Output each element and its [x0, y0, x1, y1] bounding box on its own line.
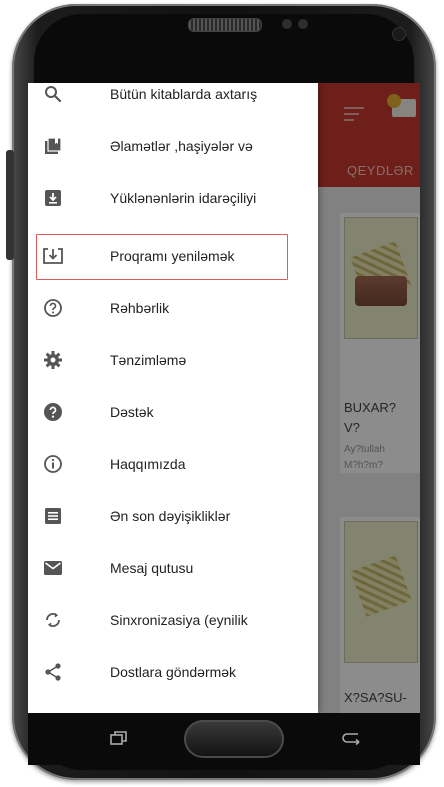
drawer-item-guide[interactable]: Rəhbərlik: [28, 283, 318, 333]
drawer-item-share[interactable]: Dostlara göndərmək: [28, 647, 318, 697]
drawer-item-label: Dəstək: [110, 404, 154, 420]
drawer-item-label: Yüklənənlərin idarəçiliyi: [110, 190, 257, 206]
drawer-item-label: Bütün kitablarda axtarış: [110, 86, 258, 102]
share-icon: [42, 661, 64, 683]
help-outline-icon: [42, 297, 64, 319]
proximity-sensor: [282, 19, 292, 29]
screen: QEYDLƏR BUXAR? V? Ay?tullah M?h?m? X?SA?…: [28, 83, 420, 713]
download-box-icon: [42, 187, 64, 209]
search-icon: [42, 83, 64, 105]
recent-apps-icon[interactable]: [110, 730, 128, 746]
drawer-item-about[interactable]: Haqqımızda: [28, 439, 318, 489]
mail-icon: [42, 557, 64, 579]
front-camera: [393, 28, 405, 40]
drawer-item-label: Dostlara göndərmək: [110, 664, 237, 680]
drawer-item-changelog[interactable]: Ən son dəyişikliklər: [28, 491, 318, 541]
drawer-item-label: Haqqımızda: [110, 456, 186, 472]
list-icon: [42, 505, 64, 527]
navigation-drawer: Bütün kitablarda axtarış Əlamətlər ,haşi…: [28, 83, 318, 713]
drawer-item-support[interactable]: Dəstək: [28, 387, 318, 437]
drawer-item-label: Sinxronizasiya (eynilik: [110, 612, 248, 628]
sync-icon: [42, 609, 64, 631]
drawer-item-inbox[interactable]: Mesaj qutusu: [28, 543, 318, 593]
drawer-item-sync[interactable]: Sinxronizasiya (eynilik: [28, 595, 318, 645]
back-icon[interactable]: [340, 730, 362, 746]
drawer-item-label: Tənzimləmə: [110, 352, 187, 368]
drawer-item-label: Ən son dəyişikliklər: [110, 508, 231, 524]
highlight-box: [36, 234, 288, 280]
drawer-item-downloads[interactable]: Yüklənənlərin idarəçiliyi: [28, 173, 318, 223]
bookmarks-icon: [42, 135, 64, 157]
drawer-item-label: Rəhbərlik: [110, 300, 170, 316]
drawer-item-label: Əlamətlər ,haşiyələr və: [110, 138, 253, 154]
home-button[interactable]: [184, 720, 284, 758]
drawer-item-bookmarks[interactable]: Əlamətlər ,haşiyələr və: [28, 121, 318, 171]
light-sensor: [298, 19, 308, 29]
side-button: [6, 150, 14, 260]
drawer-item-label: Mesaj qutusu: [110, 560, 194, 576]
earpiece-speaker: [188, 18, 262, 32]
help-filled-icon: [42, 401, 64, 423]
drawer-item-search[interactable]: Bütün kitablarda axtarış: [28, 83, 318, 119]
gear-icon: [42, 349, 64, 371]
drawer-item-settings[interactable]: Tənzimləmə: [28, 335, 318, 385]
info-icon: [42, 453, 64, 475]
